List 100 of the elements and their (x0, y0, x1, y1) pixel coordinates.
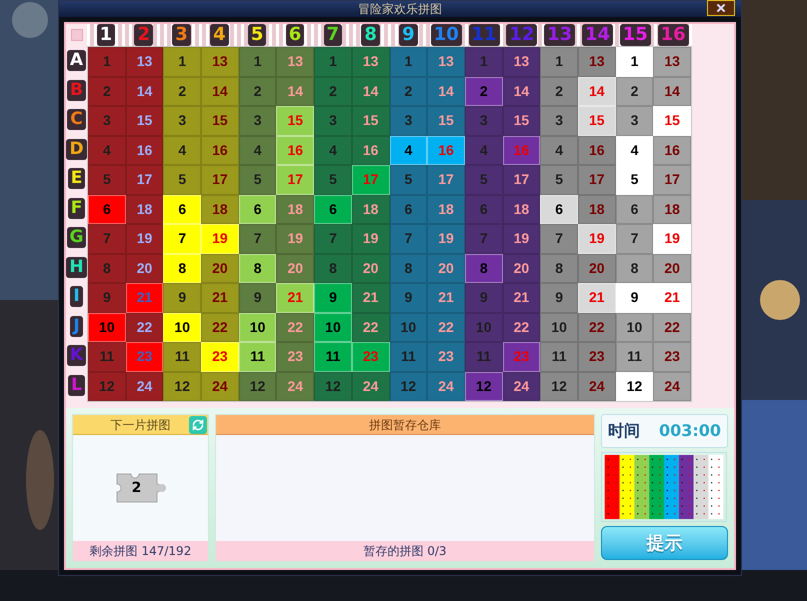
empty-slot[interactable]: 1 (163, 47, 202, 76)
empty-slot[interactable]: 6 (390, 194, 428, 224)
empty-slot[interactable]: 2 (238, 76, 276, 106)
empty-slot[interactable]: 14 (653, 76, 691, 106)
empty-slot[interactable]: 4 (540, 136, 578, 165)
placed-piece[interactable]: 1 (616, 47, 654, 76)
empty-slot[interactable]: 10 (616, 312, 654, 342)
empty-slot[interactable]: 13 (276, 47, 314, 76)
empty-slot[interactable]: 1 (238, 47, 276, 76)
placed-piece[interactable]: 4 (616, 136, 654, 165)
empty-slot[interactable]: 19 (126, 224, 164, 254)
placed-piece[interactable]: 9 (616, 283, 654, 312)
empty-slot[interactable]: 20 (352, 254, 390, 283)
empty-slot[interactable]: 15 (427, 106, 465, 136)
empty-slot[interactable]: 22 (201, 312, 239, 342)
empty-slot[interactable]: 16 (352, 136, 390, 165)
empty-slot[interactable]: 12 (163, 372, 202, 401)
empty-slot[interactable]: 7 (314, 224, 352, 254)
empty-slot[interactable]: 18 (352, 194, 390, 224)
empty-slot[interactable]: 16 (126, 136, 164, 165)
empty-slot[interactable]: 10 (540, 312, 578, 342)
empty-slot[interactable]: 3 (616, 106, 654, 136)
empty-slot[interactable]: 12 (390, 372, 428, 401)
empty-slot[interactable]: 13 (653, 47, 691, 76)
empty-slot[interactable]: 18 (653, 194, 691, 224)
empty-slot[interactable]: 1 (314, 47, 352, 76)
empty-slot[interactable]: 2 (616, 76, 654, 106)
empty-slot[interactable]: 12 (238, 372, 276, 401)
empty-slot[interactable]: 19 (276, 224, 314, 254)
empty-slot[interactable]: 13 (427, 47, 465, 76)
empty-slot[interactable]: 9 (390, 283, 428, 312)
placed-piece[interactable]: 5 (616, 165, 654, 194)
empty-slot[interactable]: 24 (578, 372, 616, 401)
empty-slot[interactable]: 7 (390, 224, 428, 254)
empty-slot[interactable]: 2 (390, 76, 428, 106)
empty-slot[interactable]: 8 (88, 254, 126, 283)
empty-slot[interactable]: 11 (88, 342, 126, 372)
empty-slot[interactable]: 24 (276, 372, 314, 401)
placed-piece[interactable]: 11 (314, 342, 352, 372)
empty-slot[interactable]: 17 (578, 165, 616, 194)
empty-slot[interactable]: 15 (352, 106, 390, 136)
placed-piece[interactable]: 15 (653, 106, 691, 136)
empty-slot[interactable]: 16 (201, 136, 239, 165)
empty-slot[interactable]: 21 (502, 283, 540, 312)
empty-slot[interactable]: 17 (653, 165, 691, 194)
empty-slot[interactable]: 15 (201, 106, 239, 136)
placed-piece[interactable]: 16 (427, 136, 465, 165)
empty-slot[interactable]: 18 (201, 194, 239, 224)
empty-slot[interactable]: 9 (238, 283, 276, 312)
placed-piece[interactable]: 21 (276, 283, 314, 312)
empty-slot[interactable]: 22 (427, 312, 465, 342)
empty-slot[interactable]: 3 (238, 106, 276, 136)
empty-slot[interactable]: 13 (502, 47, 540, 76)
empty-slot[interactable]: 14 (276, 76, 314, 106)
empty-slot[interactable]: 8 (314, 254, 352, 283)
empty-slot[interactable]: 22 (126, 312, 164, 342)
empty-slot[interactable]: 5 (238, 165, 276, 194)
empty-slot[interactable]: 20 (276, 254, 314, 283)
empty-slot[interactable]: 13 (201, 47, 239, 76)
empty-slot[interactable]: 19 (502, 224, 540, 254)
empty-slot[interactable]: 13 (126, 47, 164, 76)
empty-slot[interactable]: 10 (390, 312, 428, 342)
placed-piece[interactable]: 12 (616, 372, 654, 401)
empty-slot[interactable]: 5 (390, 165, 428, 194)
empty-slot[interactable]: 23 (653, 342, 691, 372)
empty-slot[interactable]: 16 (578, 136, 616, 165)
empty-slot[interactable]: 1 (88, 47, 126, 76)
empty-slot[interactable]: 17 (427, 165, 465, 194)
empty-slot[interactable]: 11 (163, 342, 202, 372)
empty-slot[interactable]: 3 (390, 106, 428, 136)
placed-piece[interactable]: 12 (464, 372, 503, 401)
empty-slot[interactable]: 20 (578, 254, 616, 283)
empty-slot[interactable]: 11 (390, 342, 428, 372)
placed-piece[interactable]: 19 (653, 224, 691, 254)
empty-slot[interactable]: 18 (502, 194, 540, 224)
empty-slot[interactable]: 20 (653, 254, 691, 283)
empty-slot[interactable]: 14 (201, 76, 239, 106)
empty-slot[interactable]: 20 (427, 254, 465, 283)
empty-slot[interactable]: 24 (126, 372, 164, 401)
placed-piece[interactable]: 8 (464, 254, 503, 283)
empty-slot[interactable]: 17 (201, 165, 239, 194)
empty-slot[interactable]: 20 (502, 254, 540, 283)
empty-slot[interactable]: 22 (276, 312, 314, 342)
empty-slot[interactable]: 14 (427, 76, 465, 106)
empty-slot[interactable]: 24 (427, 372, 465, 401)
empty-slot[interactable]: 2 (540, 76, 578, 106)
empty-slot[interactable]: 9 (540, 283, 578, 312)
empty-slot[interactable]: 3 (540, 106, 578, 136)
empty-slot[interactable]: 8 (616, 254, 654, 283)
empty-slot[interactable]: 22 (352, 312, 390, 342)
empty-slot[interactable]: 15 (126, 106, 164, 136)
empty-slot[interactable]: 5 (314, 165, 352, 194)
empty-slot[interactable]: 12 (540, 372, 578, 401)
empty-slot[interactable]: 5 (163, 165, 202, 194)
empty-slot[interactable]: 1 (540, 47, 578, 76)
empty-slot[interactable]: 3 (88, 106, 126, 136)
empty-slot[interactable]: 7 (88, 224, 126, 254)
placed-piece[interactable]: 19 (578, 224, 616, 254)
empty-slot[interactable]: 2 (88, 76, 126, 106)
empty-slot[interactable]: 23 (427, 342, 465, 372)
